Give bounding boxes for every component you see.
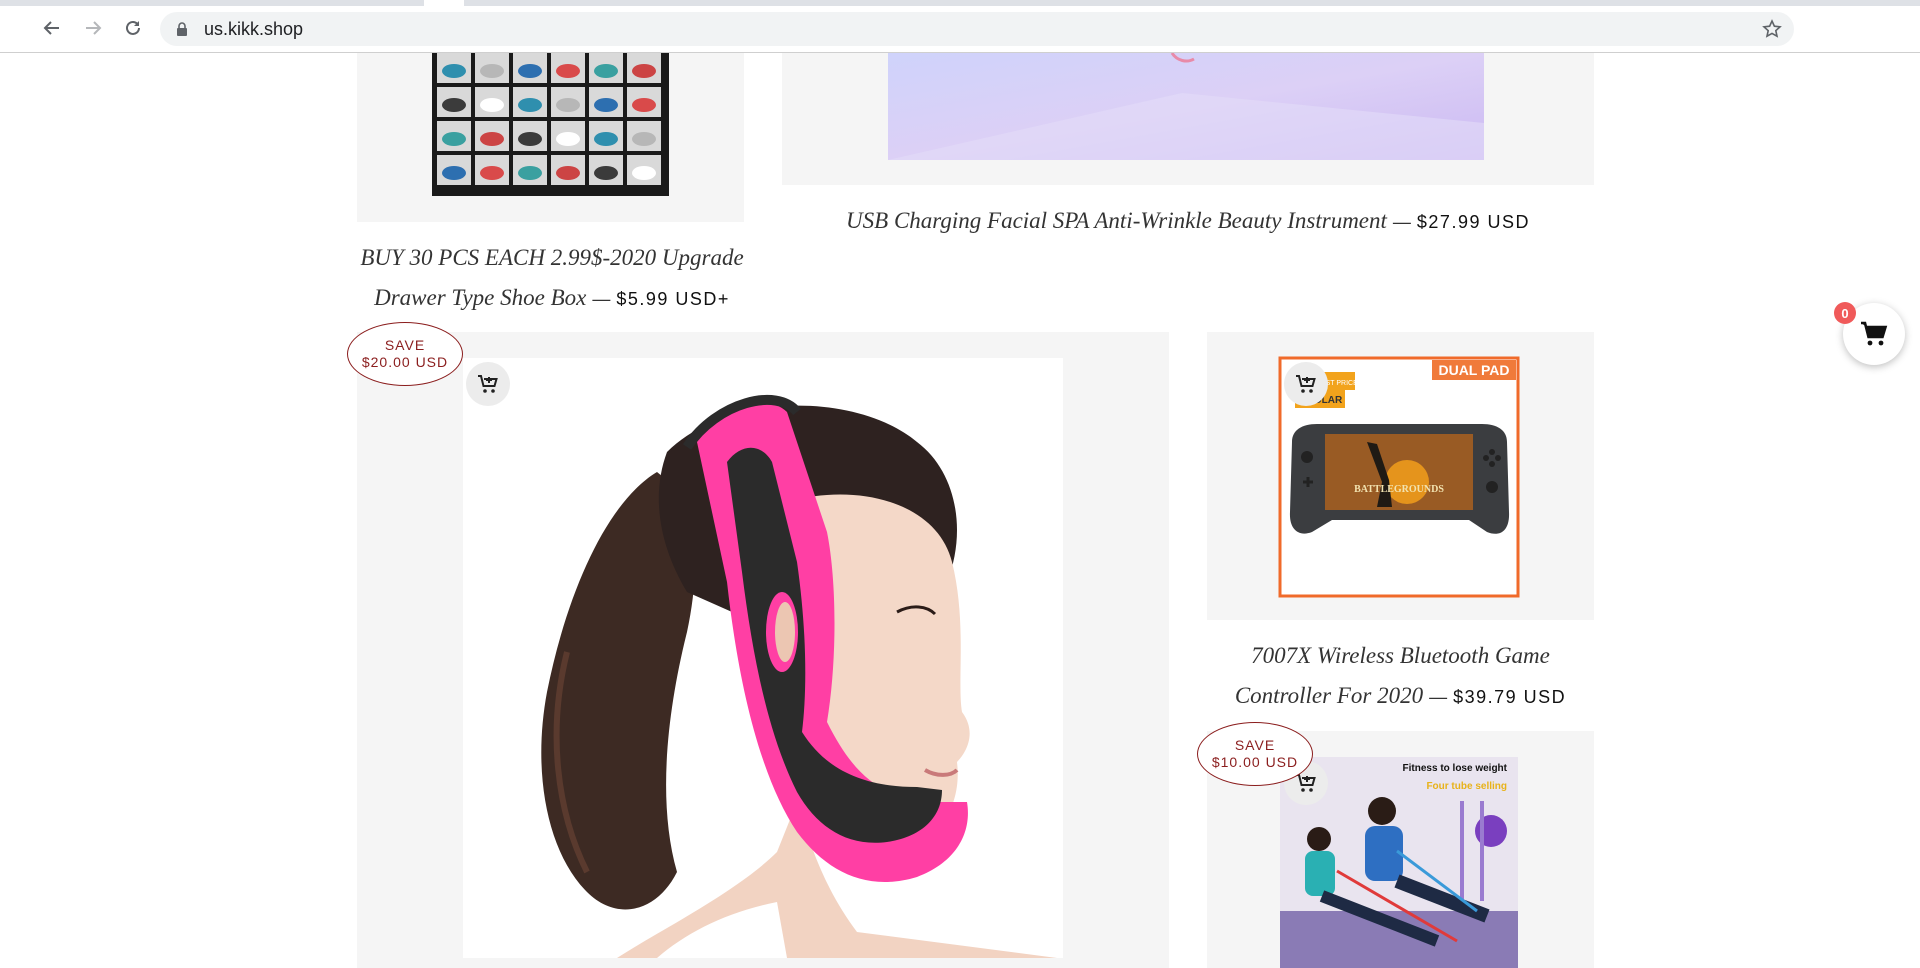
game-title: BATTLEGROUNDS <box>1354 484 1444 495</box>
dual-pad-banner: DUAL PAD <box>1438 362 1509 378</box>
shoe <box>518 98 542 112</box>
shoe <box>632 98 656 112</box>
product-title-shoe-box[interactable]: BUY 30 PCS EACH 2.99$-2020 Upgrade Drawe… <box>352 238 752 319</box>
save-badge: SAVE $20.00 USD <box>347 322 463 386</box>
shoe <box>594 98 618 112</box>
forward-button[interactable] <box>79 14 107 42</box>
cart-plus-icon <box>1296 375 1316 393</box>
star-icon[interactable] <box>1762 19 1782 39</box>
page: us.kikk.shop _ _ BUY 30 PCS EACH 2.99$-2… <box>0 0 1920 968</box>
arrow-left-icon <box>43 21 59 35</box>
shoe <box>632 64 656 78</box>
address-bar[interactable]: us.kikk.shop <box>160 12 1794 46</box>
separator: — <box>1392 212 1411 232</box>
shoe-box-image <box>432 53 669 196</box>
game-controller-image: DUAL PAD BEST PRICE PULAR BATTLEGROUNDS <box>1278 356 1520 598</box>
face-strap-image <box>463 358 1063 958</box>
cart-icon <box>1861 321 1888 346</box>
lock-icon <box>177 22 187 36</box>
save-label: SAVE <box>1234 737 1276 753</box>
shoe <box>480 98 504 112</box>
url-text: us.kikk.shop <box>204 19 304 39</box>
shoe <box>556 132 580 146</box>
save-amount: $20.00 USD <box>361 354 449 370</box>
product-image-game-controller[interactable]: DUAL PAD BEST PRICE PULAR BATTLEGROUNDS <box>1207 332 1594 620</box>
shoe <box>480 64 504 78</box>
cart-count-badge: 0 <box>1834 302 1856 324</box>
shoe <box>594 64 618 78</box>
quick-add-button[interactable] <box>466 362 510 406</box>
shoe <box>594 132 618 146</box>
cart-plus-icon <box>478 375 498 393</box>
shoe <box>632 166 656 180</box>
reload-button[interactable] <box>119 14 147 42</box>
shoe <box>518 64 542 78</box>
facial-spa-image <box>888 53 1484 160</box>
shoe <box>442 132 466 146</box>
save-badge: SAVE $10.00 USD <box>1197 722 1313 786</box>
product-image-facial-spa[interactable] <box>782 53 1594 185</box>
shoe <box>518 166 542 180</box>
shoe <box>556 166 580 180</box>
cart-plus-icon <box>1296 774 1316 792</box>
separator: — <box>1429 687 1448 707</box>
browser-toolbar: us.kikk.shop <box>0 0 1920 53</box>
reload-icon <box>126 20 140 35</box>
product-price: $5.99 USD+ <box>616 289 730 309</box>
save-amount: $10.00 USD <box>1211 754 1299 770</box>
product-price: $39.79 USD <box>1453 687 1567 707</box>
shoe <box>518 132 542 146</box>
product-name[interactable]: USB Charging Facial SPA Anti-Wrinkle Bea… <box>846 208 1387 233</box>
shoe <box>594 166 618 180</box>
product-title-game-controller[interactable]: 7007X Wireless Bluetooth Game Controller… <box>1207 636 1594 717</box>
shoe <box>442 98 466 112</box>
arrow-right-icon <box>86 21 102 35</box>
save-label: SAVE <box>384 337 426 353</box>
product-price: $27.99 USD <box>1416 212 1530 232</box>
product-title-facial-spa[interactable]: USB Charging Facial SPA Anti-Wrinkle Bea… <box>782 201 1594 242</box>
shoe <box>442 166 466 180</box>
back-button[interactable] <box>38 14 66 42</box>
product-image-face-strap[interactable] <box>357 332 1169 968</box>
separator: — <box>592 289 611 309</box>
product-image-shoe-box[interactable] <box>357 53 744 222</box>
quick-add-button[interactable] <box>1284 362 1328 406</box>
shoe <box>480 166 504 180</box>
shoe <box>556 64 580 78</box>
shoe <box>480 132 504 146</box>
fitness-caption: Fitness to lose weight <box>1403 763 1508 774</box>
tab-strip <box>0 0 1920 6</box>
shoe <box>556 98 580 112</box>
shoe <box>632 132 656 146</box>
shoe <box>442 64 466 78</box>
selling-caption: Four tube selling <box>1426 781 1507 792</box>
